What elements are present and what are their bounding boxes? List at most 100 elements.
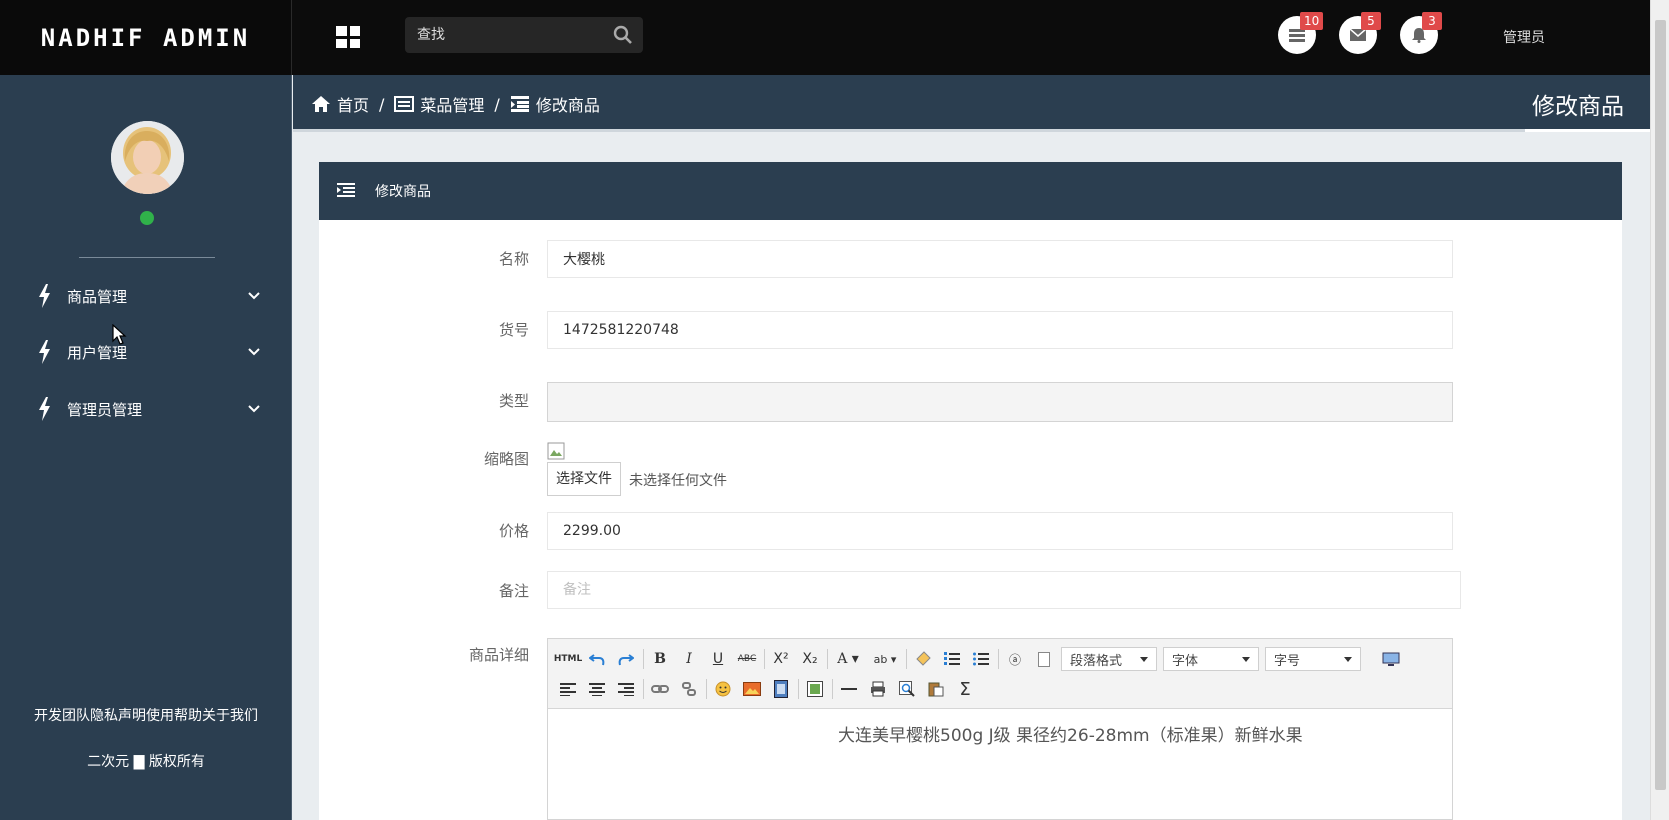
breadcrumb-separator: /	[379, 94, 385, 114]
caret-down-icon	[1344, 656, 1352, 662]
type-select[interactable]	[547, 382, 1453, 422]
code-label: 货号	[498, 321, 529, 339]
rich-text-editor: HTML B I U ABC X² X₂ A ▾ ab ▾ ⓐ 段落格式 字体 …	[547, 638, 1453, 820]
choose-file-button[interactable]: 选择文件	[547, 462, 621, 496]
bold-icon[interactable]: B	[648, 647, 672, 671]
subscript-icon[interactable]: X₂	[798, 647, 822, 671]
video-icon[interactable]	[769, 677, 793, 701]
caret-down-icon	[1140, 656, 1148, 662]
editor-toolbar: HTML B I U ABC X² X₂ A ▾ ab ▾ ⓐ 段落格式 字体 …	[548, 639, 1452, 709]
unordered-list-icon[interactable]	[969, 647, 993, 671]
price-input[interactable]	[547, 512, 1453, 550]
page-break-icon[interactable]	[1032, 647, 1056, 671]
horizontal-rule-icon[interactable]	[837, 677, 861, 701]
chevron-down-icon	[248, 292, 260, 300]
image-icon[interactable]	[740, 677, 764, 701]
avatar[interactable]	[111, 121, 184, 194]
editor-content-area[interactable]: 大连美早樱桃500g J级 果径约26-28mm（标准果）新鲜水果	[548, 709, 1452, 819]
paragraph-format-select[interactable]: 段落格式	[1061, 647, 1157, 671]
align-right-icon[interactable]	[614, 677, 638, 701]
messages-badge: 5	[1361, 12, 1381, 30]
bolt-icon	[39, 340, 50, 364]
strikethrough-icon[interactable]: ABC	[735, 647, 759, 671]
footer-links[interactable]: 开发团队隐私声明使用帮助关于我们	[0, 705, 292, 725]
chevron-down-icon	[248, 405, 260, 413]
breadcrumb: 首页 / 菜品管理 / 修改商品	[311, 92, 600, 116]
notifications-badge: 3	[1422, 12, 1442, 30]
highlight-color-icon[interactable]: ab ▾	[869, 647, 901, 671]
brand-logo[interactable]: NADHIF ADMIN	[0, 0, 292, 75]
home-icon	[312, 96, 330, 112]
search-icon[interactable]	[613, 25, 633, 45]
current-user-menu[interactable]: 管理员	[1503, 27, 1545, 47]
list-icon	[1289, 29, 1305, 42]
italic-icon[interactable]: I	[677, 647, 701, 671]
messages-button[interactable]: 5	[1339, 12, 1381, 54]
page-title: 修改商品	[1532, 94, 1624, 120]
tasks-button[interactable]: 10	[1278, 12, 1324, 54]
thumbnail-label: 缩略图	[483, 450, 529, 468]
notifications-button[interactable]: 3	[1400, 12, 1442, 54]
sidebar-divider	[79, 257, 215, 258]
avatar-image	[111, 121, 184, 194]
breadcrumb-home[interactable]: 首页	[337, 92, 369, 116]
superscript-icon[interactable]: X²	[769, 647, 793, 671]
font-size-select[interactable]: 字号	[1265, 647, 1361, 671]
envelope-icon	[1350, 29, 1366, 41]
breadcrumb-current: 修改商品	[535, 96, 600, 115]
name-input[interactable]	[547, 240, 1453, 278]
page-scrollbar[interactable]	[1650, 0, 1669, 820]
type-label: 类型	[498, 392, 529, 410]
breadcrumb-separator: /	[494, 94, 500, 114]
html-source-icon[interactable]: HTML	[554, 647, 582, 671]
breadcrumb-bar: 首页 / 菜品管理 / 修改商品 修改商品	[293, 75, 1650, 132]
fullscreen-icon[interactable]	[1379, 647, 1403, 671]
breadcrumb-section[interactable]: 菜品管理	[420, 92, 484, 116]
align-left-icon[interactable]	[556, 677, 580, 701]
paste-icon[interactable]	[924, 677, 948, 701]
name-label: 名称	[498, 250, 529, 268]
panel-title: 修改商品	[375, 184, 431, 200]
sidebar-item-label: 商品管理	[67, 287, 128, 306]
file-status-text: 未选择任何文件	[629, 473, 727, 489]
link-icon[interactable]	[648, 677, 672, 701]
search-input[interactable]	[405, 17, 605, 53]
preview-icon[interactable]	[895, 677, 919, 701]
sidebar: 商品管理 用户管理 管理员管理 开发团队隐私声明使用帮助关于我们 二次元 ▇ 版…	[0, 75, 292, 820]
bolt-icon	[39, 284, 50, 308]
font-family-select[interactable]: 字体	[1163, 647, 1259, 671]
insert-frame-icon[interactable]	[803, 677, 827, 701]
list-alt-icon	[394, 96, 415, 112]
redo-icon[interactable]	[614, 647, 638, 671]
edit-product-panel: 修改商品 名称 货号 类型 缩略图 选择文件 未选择任何文件 价格 备注 商品详…	[319, 162, 1622, 820]
caret-down-icon	[1242, 656, 1250, 662]
page-title-underline	[1525, 129, 1650, 132]
apps-grid-icon[interactable]	[336, 26, 360, 48]
ordered-list-icon[interactable]	[940, 647, 964, 671]
code-input[interactable]	[547, 311, 1453, 349]
unlink-icon[interactable]	[677, 677, 701, 701]
search-box	[405, 17, 643, 53]
font-color-icon[interactable]: A ▾	[832, 647, 864, 671]
sidebar-item-product-management[interactable]: 商品管理	[0, 276, 292, 316]
align-center-icon[interactable]	[585, 677, 609, 701]
online-status-indicator	[140, 211, 154, 225]
note-input[interactable]	[547, 571, 1461, 609]
underline-icon[interactable]: U	[706, 647, 730, 671]
editor-toolbar-row-2: Σ	[556, 675, 982, 703]
print-icon[interactable]	[866, 677, 890, 701]
broken-image-icon	[547, 442, 565, 460]
scrollbar-thumb[interactable]	[1655, 20, 1666, 790]
anchor-icon[interactable]: ⓐ	[1003, 647, 1027, 671]
tasks-badge: 10	[1300, 12, 1324, 30]
eraser-icon[interactable]	[911, 647, 935, 671]
formula-icon[interactable]: Σ	[953, 677, 977, 701]
copyright-text: 二次元 ▇ 版权所有	[87, 754, 205, 770]
detail-label: 商品详细	[468, 646, 529, 664]
emoji-icon[interactable]	[711, 677, 735, 701]
price-label: 价格	[498, 522, 529, 540]
editor-content-text: 大连美早樱桃500g J级 果径约26-28mm（标准果）新鲜水果	[838, 726, 1303, 746]
undo-icon[interactable]	[585, 647, 609, 671]
sidebar-item-user-management[interactable]: 用户管理	[0, 332, 292, 372]
sidebar-item-admin-management[interactable]: 管理员管理	[0, 389, 292, 429]
